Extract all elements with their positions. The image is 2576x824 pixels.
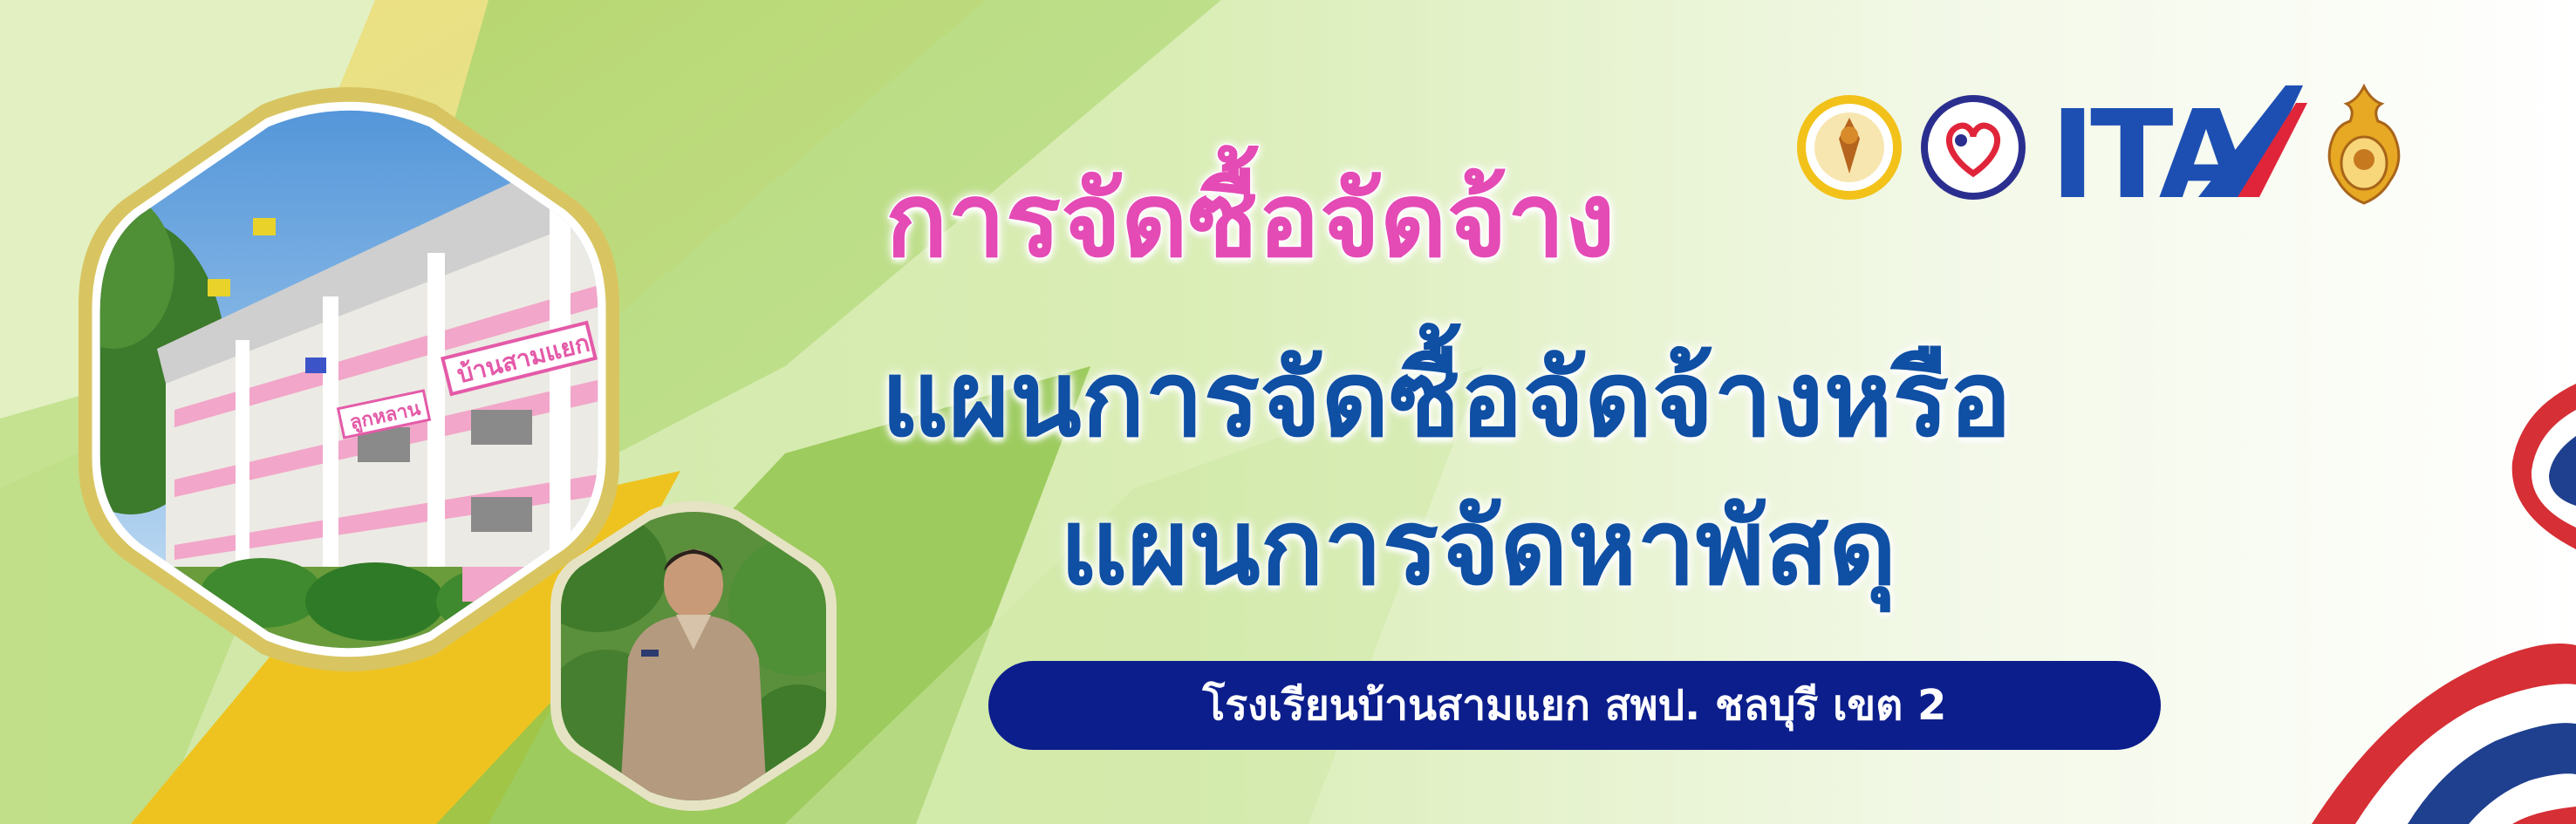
school-seal-logo	[1797, 95, 1902, 200]
banner: บ้านสามแยก ลูกหลาน การจัดซื้อจัดจ้าง แผน…	[0, 0, 2576, 824]
thai-flag-ribbon	[2312, 384, 2576, 824]
subtitle-line-2: แผนการจัดหาพัสดุ	[1060, 487, 1897, 609]
school-name-badge: โรงเรียนบ้านสามแยก สพป. ชลบุรี เขต 2	[988, 661, 2161, 750]
heart-emblem-logo	[1921, 95, 2026, 200]
ita-logo: ITA	[2050, 85, 2307, 209]
obec-emblem-logo	[2327, 83, 2401, 205]
subtitle-line-1: แผนการจัดซื้อจัดจ้างหรือ	[881, 339, 2012, 460]
director-portrait-photo	[550, 501, 837, 811]
school-name-label: โรงเรียนบ้านสามแยก สพป. ชลบุรี เขต 2	[1202, 681, 1947, 730]
